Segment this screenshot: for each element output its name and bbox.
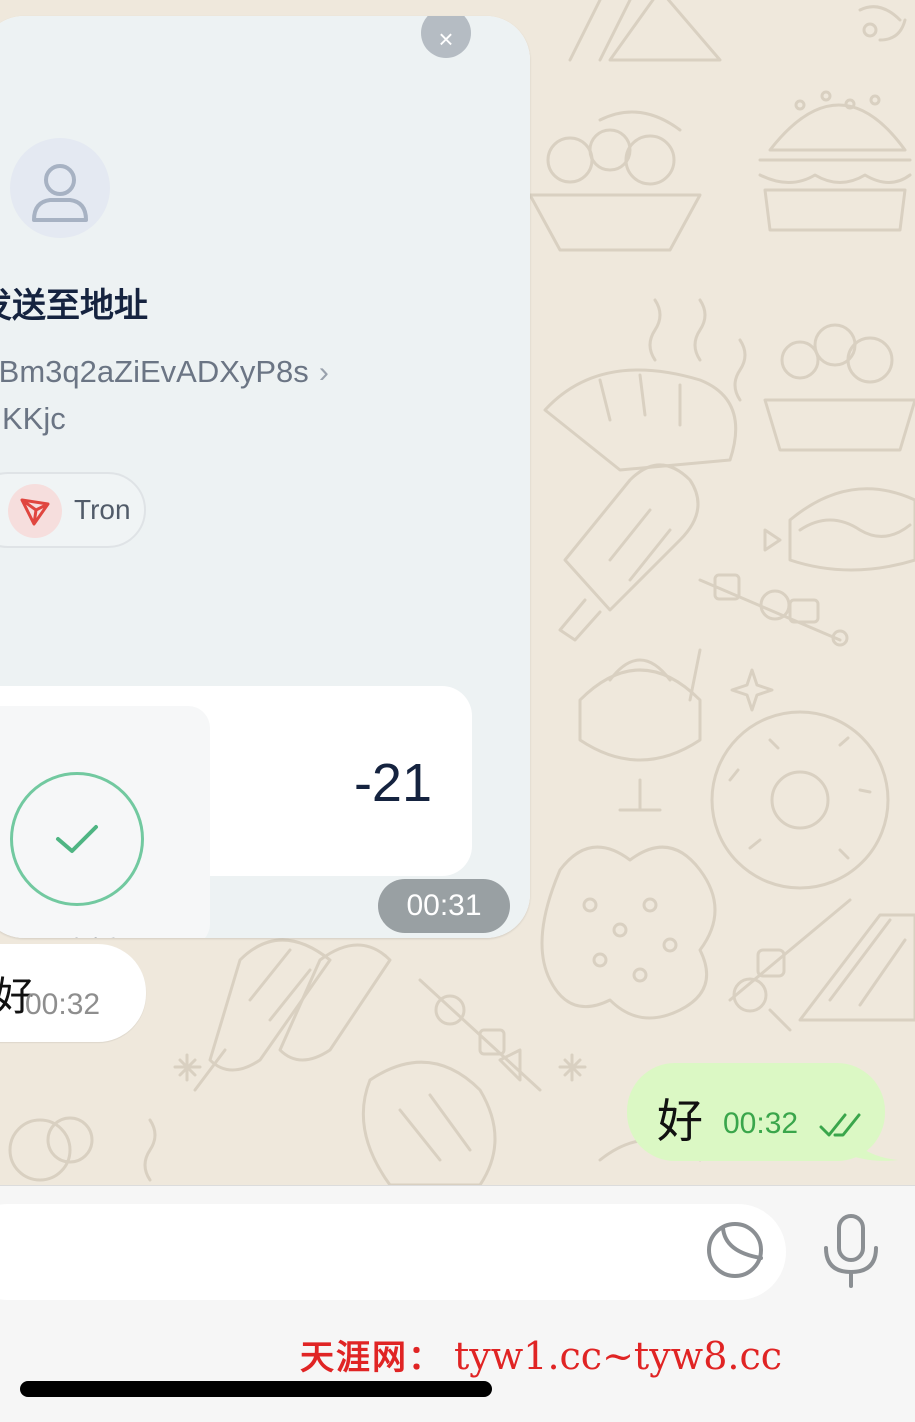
outgoing-message-bubble[interactable]: 好 00:32 — [627, 1063, 885, 1161]
microphone-icon — [824, 1214, 878, 1288]
transfer-screenshot: × 发送至地址 KBm3q2aZiEvADXyP8s › KKjc Tron -2… — [0, 16, 530, 938]
watermark: 天涯网： tyw1.cc~tyw8.cc — [300, 1330, 782, 1379]
outgoing-message-time: 00:32 — [723, 1107, 799, 1140]
transfer-amount: -21 — [353, 753, 432, 813]
network-name: Tron — [74, 494, 131, 525]
image-timestamp: 00:31 — [378, 879, 510, 933]
incoming-message-time: 00:32 — [25, 988, 101, 1021]
watermark-brand: 天涯网： — [300, 1338, 444, 1378]
status-panel: 交易已广播 — [0, 706, 210, 938]
send-to-address-title: 发送至地址 — [0, 286, 148, 326]
double-check-icon — [819, 1113, 861, 1137]
sticker-icon — [707, 1222, 763, 1278]
microphone-button[interactable] — [820, 1210, 882, 1290]
address-line-2: KKjc — [2, 401, 66, 436]
image-message-bubble[interactable]: × 发送至地址 KBm3q2aZiEvADXyP8s › KKjc Tron -2… — [0, 16, 530, 938]
check-icon — [10, 772, 144, 906]
incoming-message-bubble[interactable]: 好 00:32 — [0, 944, 146, 1042]
close-icon: × — [421, 16, 471, 58]
recipient-address: KBm3q2aZiEvADXyP8s › — [0, 354, 329, 390]
message-input[interactable] — [0, 1204, 786, 1300]
user-icon — [32, 164, 88, 222]
home-indicator[interactable] — [20, 1381, 492, 1397]
chevron-right-icon: › — [318, 356, 329, 389]
recipient-avatar — [10, 138, 110, 238]
outgoing-message-text: 好 — [657, 1094, 703, 1148]
network-badge: Tron — [0, 472, 146, 548]
sticker-button[interactable] — [703, 1218, 767, 1282]
status-text: 交易已广播 — [0, 930, 118, 938]
tron-icon — [8, 484, 62, 538]
watermark-urls: tyw1.cc~tyw8.cc — [454, 1334, 783, 1378]
address-line-1: KBm3q2aZiEvADXyP8s — [0, 354, 309, 389]
